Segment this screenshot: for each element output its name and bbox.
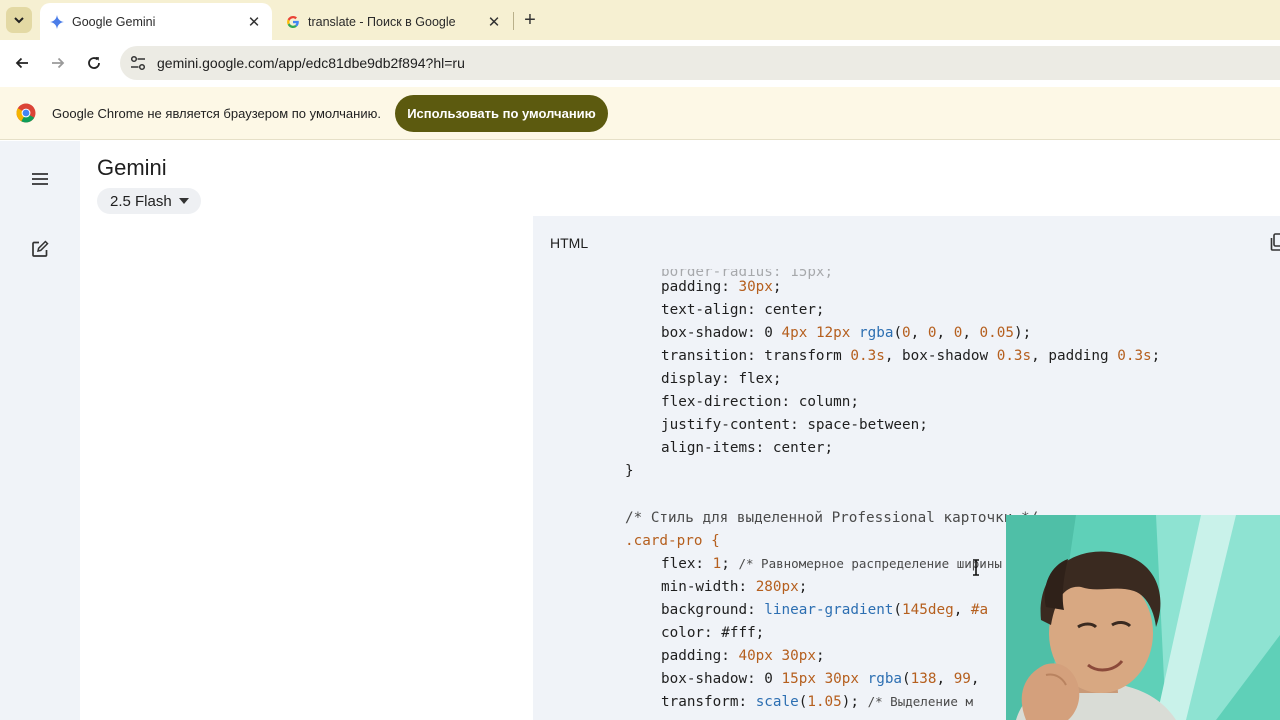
code-line: color: #fff; (661, 625, 765, 641)
webcam-overlay (1006, 515, 1280, 720)
chrome-logo-icon (16, 103, 36, 123)
code-line: transform: scale(1.05); /* Выделение м (661, 694, 973, 710)
code-line: transition: transform 0.3s, box-shadow 0… (661, 348, 1161, 364)
tab-title: translate - Поиск в Google (308, 14, 456, 29)
code-line: align-items: center; (661, 440, 834, 456)
code-line: box-shadow: 0 15px 30px rgba(138, 99, (661, 671, 980, 687)
browser-toolbar: gemini.google.com/app/edc81dbe9db2f894?h… (0, 40, 1280, 87)
gemini-sidebar (0, 141, 80, 720)
tab-title: Google Gemini (72, 14, 156, 29)
site-settings-icon[interactable] (129, 54, 147, 72)
code-line: background: linear-gradient(145deg, #a (661, 602, 989, 618)
model-label: 2.5 Flash (110, 192, 172, 210)
back-button[interactable] (10, 51, 34, 75)
tab-search-button[interactable] (6, 7, 32, 33)
default-browser-infobar: Google Chrome не является браузером по у… (0, 87, 1280, 140)
edit-square-icon (32, 240, 49, 257)
code-language-label: HTML (550, 235, 589, 251)
code-comment-line: /* Стиль для выделенной Professional кар… (625, 510, 1039, 526)
code-line: .card-pro { (625, 533, 720, 549)
webcam-person-image (1006, 515, 1280, 720)
hamburger-menu-icon (32, 173, 48, 185)
gemini-sparkle-icon (49, 14, 65, 30)
code-line: justify-content: space-between; (661, 417, 928, 433)
tab-strip: Google Gemini ✕ translate - Поиск в Goog… (0, 0, 1280, 40)
code-line: } (625, 463, 634, 479)
code-line: display: flex; (661, 371, 782, 387)
google-g-icon (285, 14, 301, 30)
code-line: min-width: 280px; (661, 579, 808, 595)
chevron-down-icon (14, 17, 24, 24)
main-menu-button[interactable] (28, 167, 52, 191)
code-line: padding: 40px 30px; (661, 648, 825, 664)
arrow-right-icon (52, 57, 65, 69)
text-cursor-icon (973, 559, 979, 576)
code-line: flex-direction: column; (661, 394, 859, 410)
copy-code-icon[interactable] (1270, 233, 1280, 251)
code-line: box-shadow: 0 4px 12px rgba(0, 0, 0, 0.0… (661, 325, 1032, 341)
tab-separator (513, 12, 514, 30)
new-chat-button[interactable] (28, 237, 52, 261)
code-line: padding: 30px; (661, 279, 782, 295)
set-default-button[interactable]: Использовать по умолчанию (395, 95, 608, 132)
infobar-message: Google Chrome не является браузером по у… (52, 106, 381, 121)
tab-google-gemini[interactable]: Google Gemini ✕ (40, 3, 272, 40)
address-bar[interactable]: gemini.google.com/app/edc81dbe9db2f894?h… (120, 46, 1280, 80)
code-line: text-align: center; (661, 302, 825, 318)
url-text: gemini.google.com/app/edc81dbe9db2f894?h… (157, 55, 465, 71)
caret-down-icon (178, 198, 189, 204)
new-tab-button[interactable]: + (520, 9, 540, 31)
tab-translate-search[interactable]: translate - Поиск в Google ✕ (276, 3, 512, 40)
reload-icon (88, 57, 100, 69)
model-selector[interactable]: 2.5 Flash (97, 188, 201, 214)
app-title: Gemini (97, 155, 167, 180)
close-tab-icon[interactable]: ✕ (484, 12, 504, 32)
reload-button[interactable] (82, 51, 106, 75)
forward-button[interactable] (46, 51, 70, 75)
close-tab-icon[interactable]: ✕ (244, 12, 264, 32)
arrow-left-icon (15, 57, 28, 69)
code-line: flex: 1; /* Равномерное распределение ши… (661, 556, 1025, 572)
